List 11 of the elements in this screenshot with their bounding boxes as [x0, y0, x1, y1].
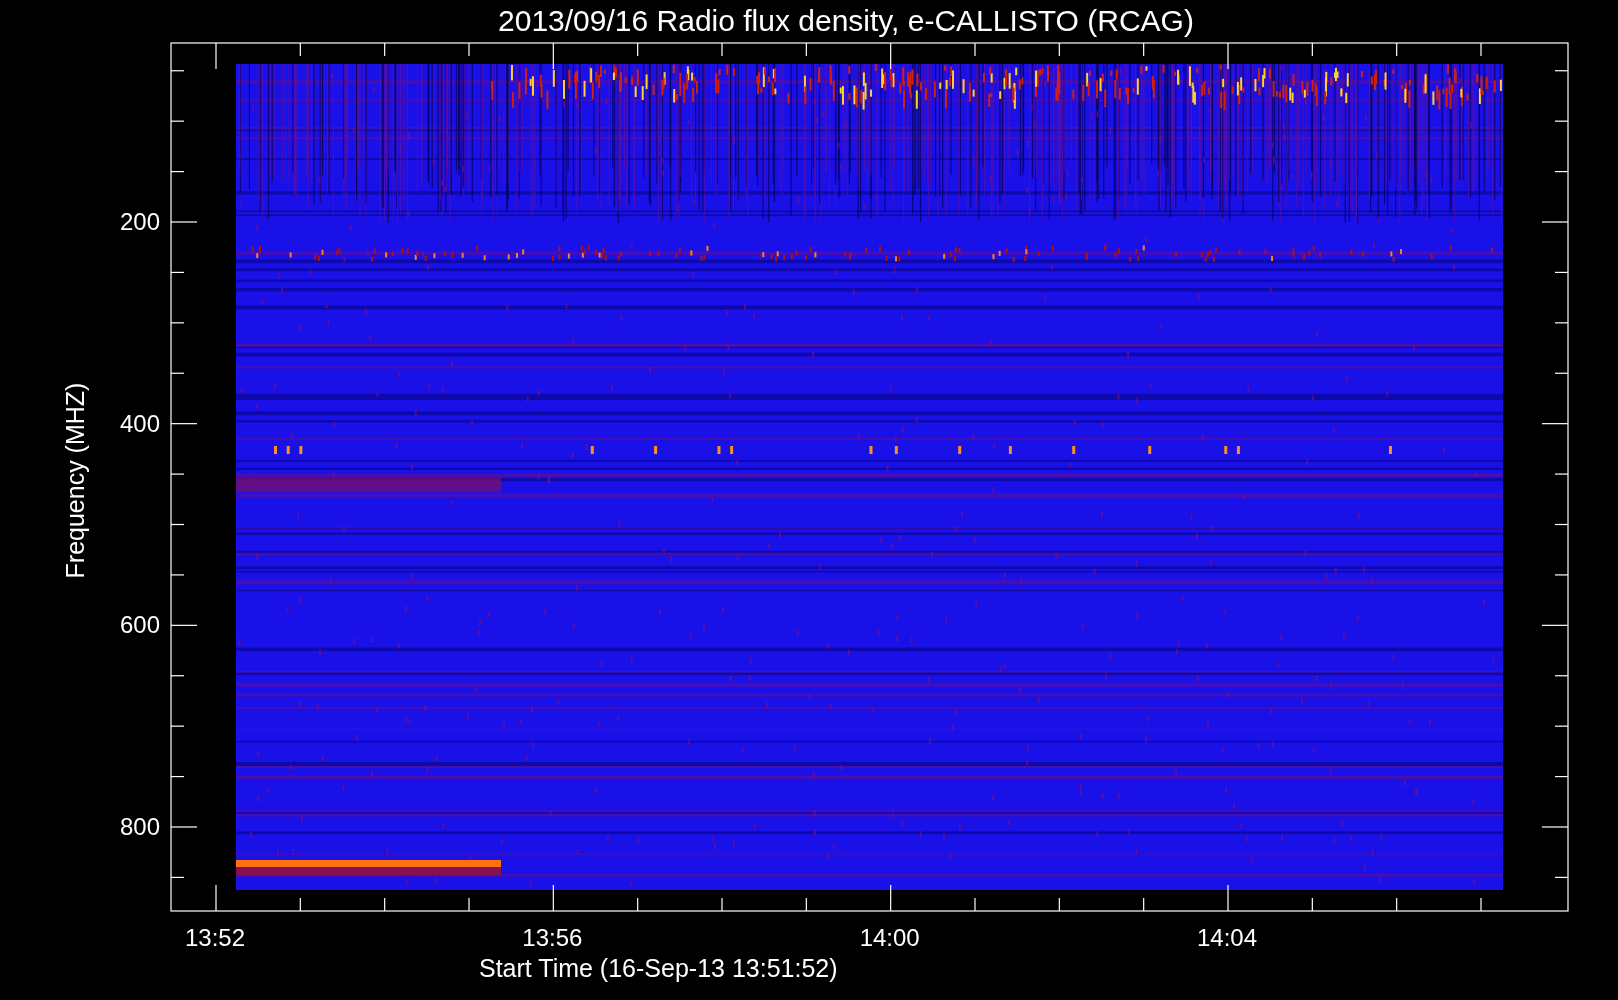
y-tick-label: 800 — [120, 815, 161, 839]
y-tick-label: 200 — [120, 210, 161, 234]
y-tick-label: 400 — [120, 411, 161, 436]
x-tick-label: 14:04 — [1197, 926, 1258, 950]
plot-title: 2013/09/16 Radio flux density, e-CALLISTO (RCAG) — [498, 6, 1194, 36]
y-tick-label: 600 — [120, 613, 161, 638]
x-tick-label: 13:52 — [185, 926, 246, 950]
x-axis-label: Start Time (16-Sep-13 13:51:52) — [479, 955, 838, 981]
x-tick-label: 14:00 — [859, 926, 920, 950]
x-tick-label: 13:56 — [522, 926, 583, 950]
y-axis-label: Frequency (MHZ) — [63, 382, 89, 578]
